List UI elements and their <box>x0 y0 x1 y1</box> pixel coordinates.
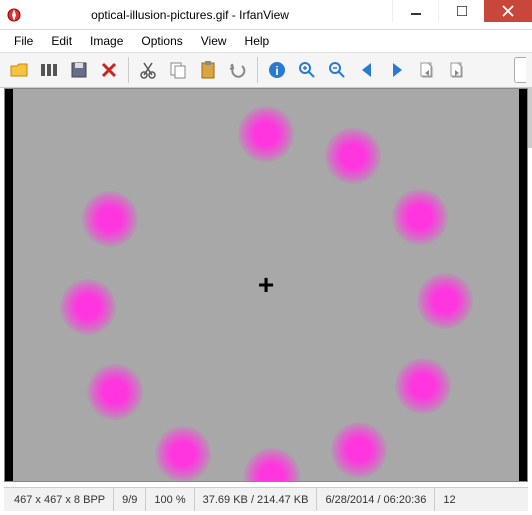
status-size: 37.69 KB / 214.47 KB <box>195 488 318 511</box>
app-icon <box>6 7 22 23</box>
minimize-button[interactable] <box>392 0 438 22</box>
toolbar-sep-2 <box>257 57 258 83</box>
info-button[interactable]: i <box>264 57 290 83</box>
delete-button[interactable] <box>96 57 122 83</box>
svg-text:i: i <box>275 64 278 78</box>
illusion-dot <box>87 364 143 420</box>
titlebar: optical-illusion-pictures.gif - IrfanVie… <box>0 0 532 30</box>
cut-button[interactable] <box>135 57 161 83</box>
menu-file[interactable]: File <box>6 32 41 50</box>
illusion-dot <box>325 128 381 184</box>
zoom-in-button[interactable] <box>294 57 320 83</box>
status-modified: 6/28/2014 / 06:20:36 <box>317 488 435 511</box>
statusbar: 467 x 467 x 8 BPP 9/9 100 % 37.69 KB / 2… <box>4 487 528 511</box>
menu-options[interactable]: Options <box>133 32 190 50</box>
window-title: optical-illusion-pictures.gif - IrfanVie… <box>28 8 392 22</box>
maximize-button[interactable] <box>438 0 484 22</box>
menu-help[interactable]: Help <box>237 32 278 50</box>
illusion-dot <box>392 189 448 245</box>
prev-page-button[interactable] <box>414 57 440 83</box>
illusion-dot <box>155 426 211 481</box>
copy-button[interactable] <box>165 57 191 83</box>
menubar: File Edit Image Options View Help <box>0 30 532 52</box>
displayed-image: + <box>13 89 519 481</box>
toolbar-sep-1 <box>128 57 129 83</box>
scrollbar-vertical[interactable] <box>528 88 532 148</box>
illusion-dot <box>82 191 138 247</box>
status-dimensions: 467 x 467 x 8 BPP <box>6 488 114 511</box>
zoom-out-button[interactable] <box>324 57 350 83</box>
status-frames: 9/9 <box>114 488 146 511</box>
menu-image[interactable]: Image <box>82 32 131 50</box>
search-input[interactable] <box>514 57 526 83</box>
undo-button[interactable] <box>225 57 251 83</box>
open-button[interactable] <box>6 57 32 83</box>
toolbar: i <box>0 52 532 88</box>
status-index: 12 <box>435 488 463 511</box>
illusion-dot <box>417 273 473 329</box>
illusion-dot <box>395 358 451 414</box>
next-button[interactable] <box>384 57 410 83</box>
status-zoom: 100 % <box>146 488 194 511</box>
paste-button[interactable] <box>195 57 221 83</box>
prev-button[interactable] <box>354 57 380 83</box>
fixation-cross: + <box>258 271 274 299</box>
menu-edit[interactable]: Edit <box>43 32 80 50</box>
illusion-dot <box>331 422 387 478</box>
menu-view[interactable]: View <box>193 32 235 50</box>
illusion-dot <box>244 448 300 481</box>
image-canvas[interactable]: + <box>4 88 528 482</box>
next-page-button[interactable] <box>444 57 470 83</box>
illusion-dot <box>238 106 294 162</box>
window-buttons <box>392 0 532 29</box>
slideshow-button[interactable] <box>36 57 62 83</box>
close-button[interactable] <box>484 0 532 22</box>
illusion-dot <box>60 279 116 335</box>
save-button[interactable] <box>66 57 92 83</box>
